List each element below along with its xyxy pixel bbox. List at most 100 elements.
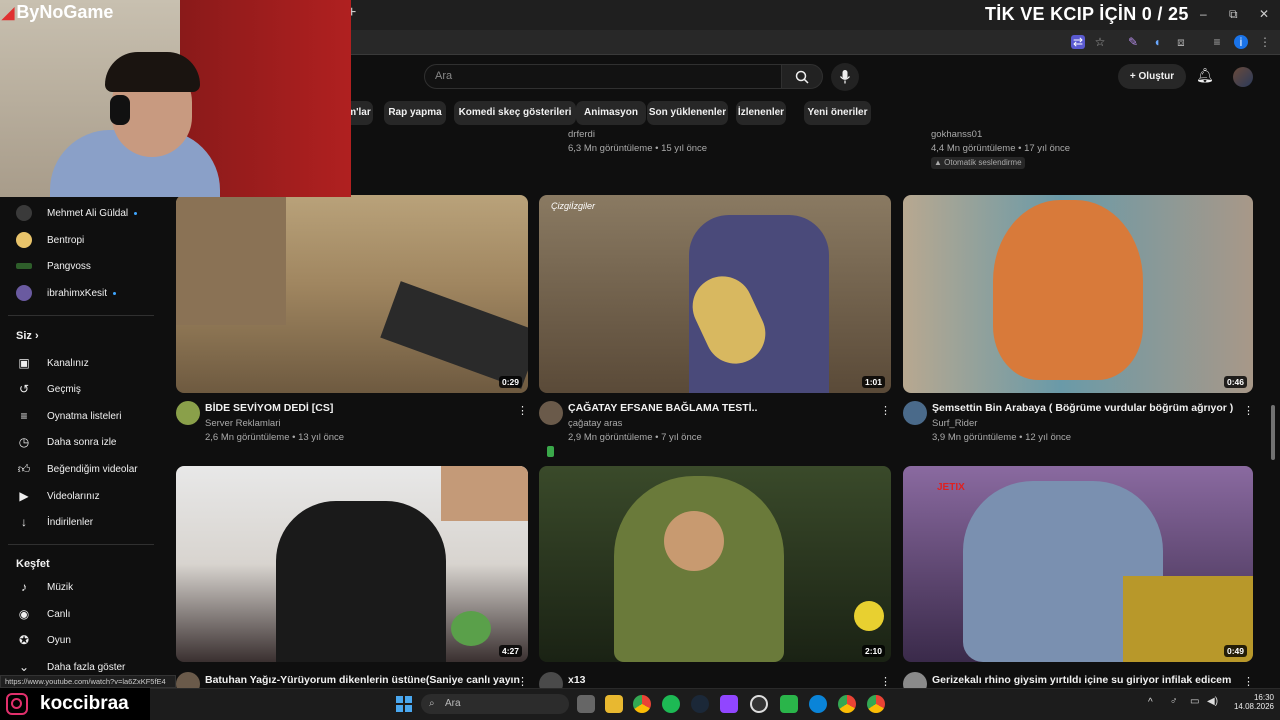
video-thumbnail[interactable]: JETIX 0:49 (903, 466, 1253, 662)
video-title[interactable]: ÇAĞATAY EFSANE BAĞLAMA TESTİ.. (568, 402, 757, 414)
tray-chevron-icon[interactable]: ^ (1148, 697, 1153, 708)
sidebar-item-history[interactable]: ↺ Geçmiş (16, 379, 81, 399)
obs-icon[interactable] (750, 695, 768, 713)
chip-rap[interactable]: Rap yapma (384, 101, 446, 125)
spotify-icon[interactable] (662, 695, 680, 713)
network-icon[interactable]: ▭ (1190, 696, 1199, 707)
more-options-icon[interactable]: ⋮ (1243, 675, 1254, 688)
windows-start-icon[interactable] (396, 696, 412, 712)
notifications-bell-icon[interactable]: 🔔︎ (1196, 67, 1214, 84)
sidebar-item-gaming[interactable]: ✪ Oyun (16, 630, 71, 650)
start-tile (396, 705, 403, 712)
video-thumbnail[interactable]: Çizgiİzgiler 1:01 (539, 195, 891, 393)
media-player-icon[interactable] (780, 695, 798, 713)
chip-recent[interactable]: Son yüklenenler (647, 101, 728, 125)
channel-avatar (16, 232, 32, 248)
stream-goal-overlay: TİK VE KCIP İÇİN 0 / 25 (985, 4, 1189, 24)
chip-watched[interactable]: İzlenenler (736, 101, 786, 125)
sidebar-item-channel[interactable]: ▣ Kanalınız (16, 353, 88, 373)
more-options-icon[interactable]: ⋮ (517, 404, 528, 417)
bookmark-star-icon[interactable]: ☆ (1093, 35, 1107, 49)
chip-comedy[interactable]: Komedi skeç gösterileri (454, 101, 576, 125)
account-avatar[interactable] (1233, 67, 1253, 87)
channel-name[interactable]: çağatay aras (568, 418, 622, 429)
sidebar-item-live[interactable]: ◉ Canlı (16, 604, 71, 624)
video-title[interactable]: Batuhan Yağız-Yürüyorum dikenlerin üstün… (205, 674, 520, 686)
file-explorer-icon[interactable] (605, 695, 623, 713)
more-options-icon[interactable]: ⋮ (1243, 404, 1254, 417)
profile-icon[interactable]: i (1234, 35, 1248, 49)
thumb-inset (441, 466, 528, 521)
chrome-icon[interactable] (633, 695, 651, 713)
taskbar-search[interactable]: ⌕ Ara (421, 694, 569, 714)
reading-list-icon[interactable]: ≡ (1210, 35, 1224, 49)
sidebar-item-downloads[interactable]: ↓ İndirilenler (16, 512, 93, 532)
video-title[interactable]: Şemsettin Bin Arabaya ( Böğrüme vurdular… (932, 402, 1233, 414)
search-button[interactable] (781, 64, 823, 89)
sidebar-item-watch-later[interactable]: ◷ Daha sonra izle (16, 432, 117, 452)
sidebar-show-more[interactable]: ⌄ Daha fazla göster (16, 657, 125, 677)
extension-pen-icon[interactable]: ✎ (1126, 35, 1140, 49)
sidebar-item-music[interactable]: ♪ Müzik (16, 577, 73, 597)
close-window-button[interactable]: ✕ (1259, 7, 1269, 21)
video-thumbnail[interactable]: 0:29 (176, 195, 528, 393)
browser-menu-icon[interactable]: ⋮ (1258, 35, 1272, 49)
sidebar-item-label: Mehmet Ali Güldal (47, 207, 129, 219)
sidebar-item-label: Daha sonra izle (47, 436, 117, 448)
translate-icon[interactable]: ⇄ (1071, 35, 1085, 49)
chrome-profile-icon[interactable] (838, 695, 856, 713)
bynogame-icon: ◢ (2, 4, 15, 22)
sidebar-item-label: Daha fazla göster (47, 661, 126, 673)
extension-audio-icon[interactable]: ◖ (1150, 35, 1164, 49)
video-title[interactable]: Gerizekalı rhino giysim yırtıldı içine s… (932, 674, 1231, 686)
video-thumbnail[interactable]: 0:46 (903, 195, 1253, 393)
thumb-cat (993, 200, 1143, 380)
voice-search-button[interactable] (831, 63, 859, 91)
maximize-button[interactable]: ⧉ (1229, 7, 1238, 22)
sidebar-item-your-videos[interactable]: ▶ Videolarınız (16, 486, 99, 506)
channel-avatar[interactable] (539, 401, 563, 425)
channel-name[interactable]: drferdi (568, 129, 595, 140)
minimize-button[interactable]: – (1200, 7, 1207, 21)
edge-icon[interactable] (809, 695, 827, 713)
video-thumbnail[interactable]: 2:10 (539, 466, 891, 662)
create-button[interactable]: + Oluştur (1118, 64, 1186, 89)
live-icon: ◉ (18, 607, 30, 621)
channel-avatar[interactable] (903, 401, 927, 425)
scrollbar-thumb[interactable] (1271, 405, 1275, 460)
extensions-puzzle-icon[interactable]: ⧈ (1174, 35, 1188, 49)
task-view-icon[interactable] (577, 695, 595, 713)
more-options-icon[interactable]: ⋮ (880, 675, 891, 688)
volume-icon[interactable]: ◀) (1207, 696, 1218, 707)
chrome-second-icon[interactable] (867, 695, 885, 713)
clock[interactable]: 16:30 14.08.2026 (1228, 693, 1274, 711)
chip-animation[interactable]: Animasyon (576, 101, 646, 125)
more-options-icon[interactable]: ⋮ (517, 675, 528, 688)
time: 16:30 (1253, 693, 1274, 702)
channel-avatar (16, 285, 32, 301)
video-title[interactable]: BİDE SEVİYOM DEDİ [CS] (205, 402, 333, 414)
microphone-tray-icon[interactable]: ♂ (1170, 696, 1178, 707)
more-options-icon[interactable]: ⋮ (880, 404, 891, 417)
sidebar-item-subscription[interactable]: Pangvoss (16, 256, 91, 276)
search-input[interactable]: Ara (424, 64, 782, 89)
channel-name[interactable]: Surf_Rider (932, 418, 977, 429)
sidebar-item-playlists[interactable]: ≡ Oynatma listeleri (16, 406, 121, 426)
sidebar-item-subscription[interactable]: Bentropi (16, 230, 84, 250)
sidebar-item-liked[interactable]: 👍︎ Beğendiğim videolar (16, 459, 138, 479)
duration-badge: 1:01 (861, 376, 885, 388)
you-section-heading[interactable]: Siz › (16, 330, 39, 342)
sidebar-item-subscription[interactable]: ibrahimxKesit (16, 283, 117, 303)
download-icon: ↓ (21, 515, 27, 529)
video-thumbnail[interactable]: 4:27 (176, 466, 528, 662)
twitch-icon[interactable] (720, 695, 738, 713)
sidebar-item-subscription[interactable]: Mehmet Ali Güldal (16, 203, 138, 223)
channel-avatar[interactable] (176, 401, 200, 425)
steam-icon[interactable] (691, 695, 709, 713)
channel-name[interactable]: Server Reklamlari (205, 418, 281, 429)
chip-new[interactable]: Yeni öneriler (804, 101, 871, 125)
video-title[interactable]: x13 (568, 674, 586, 686)
channel-name[interactable]: gokhanss01 (931, 129, 982, 140)
user-square-icon: ▣ (18, 356, 30, 370)
sidebar-item-label: Oynatma listeleri (47, 410, 122, 422)
